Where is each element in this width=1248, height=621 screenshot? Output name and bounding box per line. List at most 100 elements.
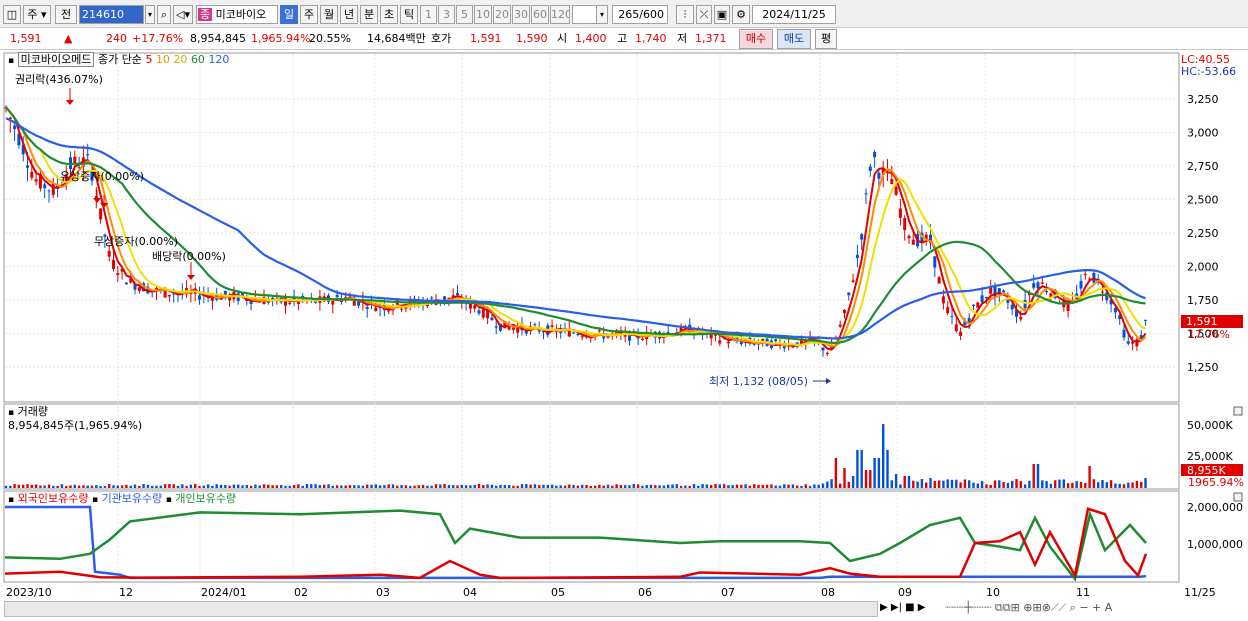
stock-name-field[interactable]: 종 미코바이오 bbox=[196, 5, 278, 24]
holding-panel-close-icon[interactable] bbox=[1233, 492, 1243, 502]
volume-bar bbox=[710, 485, 713, 488]
volume-panel-close-icon[interactable] bbox=[1233, 406, 1243, 416]
volume-bar bbox=[757, 484, 760, 488]
scroll-right-icon[interactable]: ▶ bbox=[880, 602, 888, 613]
ma-60: 60 bbox=[190, 53, 205, 66]
volume-bar bbox=[864, 470, 868, 488]
volume-bar bbox=[168, 484, 171, 488]
minute-1[interactable]: 1 bbox=[420, 5, 437, 24]
volume-bar bbox=[576, 485, 580, 488]
zoom-out-icon[interactable]: − bbox=[1079, 601, 1088, 614]
sound-icon[interactable]: ◁▾ bbox=[173, 5, 193, 24]
interval-dropdown-icon[interactable]: ▾ bbox=[596, 5, 608, 24]
candle-body bbox=[1122, 329, 1126, 338]
volume-bar bbox=[138, 485, 141, 488]
tab-month[interactable]: 월 bbox=[320, 5, 338, 24]
volume-bar bbox=[593, 485, 597, 488]
minute-30[interactable]: 30 bbox=[512, 5, 530, 24]
stock-code-input[interactable]: 214610 bbox=[79, 5, 144, 24]
volume-bar bbox=[1075, 481, 1078, 488]
volume-bar bbox=[619, 485, 623, 488]
stock-tag-badge: 종 bbox=[198, 8, 213, 21]
candle-body bbox=[640, 338, 644, 340]
code-dropdown-icon[interactable]: ▾ bbox=[145, 5, 155, 24]
font-icon[interactable]: A bbox=[1105, 601, 1113, 614]
minute-60[interactable]: 60 bbox=[531, 5, 549, 24]
play-icon[interactable]: ▶ bbox=[918, 602, 926, 613]
volume-value-text: 8,954,845주(1,965.94%) bbox=[8, 419, 143, 432]
candle-body bbox=[99, 208, 103, 220]
price-tick-label: 2,000 bbox=[1187, 261, 1219, 274]
indicator-icon[interactable]: ⤫ bbox=[696, 5, 712, 24]
stock-chart-svg[interactable]: 3,2503,0002,7502,5002,2502,0001,7501,500… bbox=[0, 50, 1248, 621]
legend-stock-name[interactable]: 미코바이오메드 bbox=[17, 52, 95, 67]
candle-body bbox=[1019, 316, 1023, 320]
tab-minute[interactable]: 분 bbox=[360, 5, 378, 24]
tab-second[interactable]: 초 bbox=[380, 5, 398, 24]
zoom-in-icon[interactable]: + bbox=[1092, 601, 1101, 614]
change-percent: +17.76% bbox=[132, 32, 184, 45]
sell-button[interactable]: 매도 bbox=[777, 29, 811, 49]
volume-bar bbox=[224, 485, 227, 488]
tab-day[interactable]: 일 bbox=[280, 5, 298, 24]
period-select[interactable]: 주 ▾ bbox=[23, 5, 51, 24]
tab-week[interactable]: 주 bbox=[300, 5, 318, 24]
layout-icon[interactable]: ⧉⧉⊞ bbox=[995, 601, 1020, 614]
gear-icon[interactable]: ⚙ bbox=[732, 5, 750, 24]
volume-bar bbox=[323, 484, 326, 488]
date-tick-label: 11 bbox=[1076, 586, 1090, 599]
volume-bar bbox=[1127, 482, 1130, 488]
zoom-slider-icon[interactable]: ┈┈┈┼┈┈┈ bbox=[945, 601, 991, 614]
whole-button[interactable]: 전 bbox=[55, 5, 77, 24]
volume-bar bbox=[1135, 480, 1139, 488]
zoom-search-icon[interactable]: ⌕ bbox=[1070, 601, 1076, 614]
current-price: 1,591 bbox=[10, 32, 42, 45]
volume-bar bbox=[452, 485, 455, 488]
candle-body bbox=[868, 166, 872, 171]
tab-year[interactable]: 년 bbox=[340, 5, 358, 24]
volume-bar bbox=[1131, 482, 1134, 488]
volume-bar bbox=[460, 484, 463, 488]
ma-5: 5 bbox=[145, 53, 153, 66]
sep-dot-icon-2: ▪ bbox=[165, 495, 172, 505]
candle-body bbox=[898, 208, 902, 218]
search-icon[interactable]: ⌕ bbox=[157, 5, 171, 24]
candle-body bbox=[825, 352, 829, 354]
volume-bar bbox=[73, 484, 76, 488]
candle-body bbox=[1144, 319, 1147, 321]
volume-bar bbox=[232, 484, 236, 488]
candle-body bbox=[34, 179, 38, 182]
horizontal-scrollbar[interactable] bbox=[4, 601, 878, 617]
volume-bar bbox=[606, 484, 610, 488]
minute-10[interactable]: 10 bbox=[474, 5, 492, 24]
minute-120[interactable]: 120 bbox=[550, 5, 570, 24]
minute-3[interactable]: 3 bbox=[438, 5, 455, 24]
volume-bar bbox=[658, 485, 661, 488]
minute-20[interactable]: 20 bbox=[493, 5, 511, 24]
open-label: 시 bbox=[557, 32, 568, 45]
buy-button[interactable]: 매수 bbox=[739, 29, 773, 49]
date-field[interactable]: 2024/11/25 bbox=[752, 5, 836, 24]
candle-body bbox=[288, 303, 292, 305]
window-icon[interactable]: ◫ bbox=[3, 5, 21, 24]
stop-icon[interactable]: ■ bbox=[905, 602, 914, 613]
volume-bar bbox=[198, 485, 201, 488]
volume-bar bbox=[194, 484, 197, 488]
candle-settings-icon[interactable]: ⫶ bbox=[676, 5, 694, 24]
volume-bar bbox=[318, 485, 322, 488]
count-display[interactable]: 265/600 bbox=[612, 5, 668, 24]
volume-bar bbox=[525, 484, 528, 488]
tab-tick[interactable]: 틱 bbox=[400, 5, 418, 24]
save-icon[interactable]: ▣ bbox=[714, 5, 730, 24]
scroll-end-icon[interactable]: ▶| bbox=[891, 602, 902, 613]
draw-tools-icon[interactable]: ⊕⊞⊗⟋⟋ bbox=[1023, 601, 1066, 614]
candle-body bbox=[946, 307, 950, 314]
volume-bar bbox=[430, 485, 433, 488]
minute-5[interactable]: 5 bbox=[456, 5, 473, 24]
volume-bar bbox=[254, 484, 257, 488]
evaluate-button[interactable]: 평 bbox=[815, 29, 837, 49]
date-tick-label: 07 bbox=[721, 586, 735, 599]
volume-bar bbox=[559, 485, 562, 488]
volume-bar bbox=[439, 484, 442, 488]
candle-body bbox=[864, 193, 868, 195]
